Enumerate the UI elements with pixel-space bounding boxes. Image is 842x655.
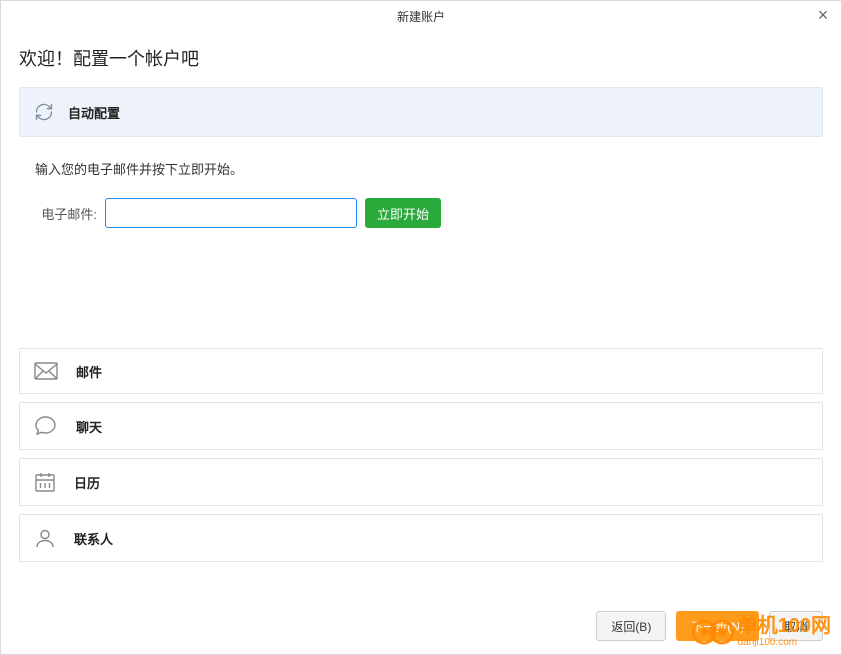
service-card-chat[interactable]: 聊天 [19, 402, 823, 450]
calendar-icon [34, 471, 56, 493]
new-account-window: 新建账户 × 欢迎！配置一个帐户吧 自动配置 输入您的电子邮件并按下立即开始。 … [0, 0, 842, 655]
service-label: 邮件 [76, 362, 102, 381]
service-label: 联系人 [74, 529, 113, 548]
refresh-icon [34, 102, 54, 122]
cancel-button[interactable]: 取消 [769, 611, 823, 641]
instruction-text: 输入您的电子邮件并按下立即开始。 [35, 159, 823, 178]
autoconfig-label: 自动配置 [68, 103, 120, 122]
email-row: 电子邮件: 立即开始 [35, 198, 823, 228]
back-button[interactable]: 返回(B) [596, 611, 666, 641]
mail-icon [34, 361, 58, 381]
start-now-button[interactable]: 立即开始 [365, 198, 441, 228]
services-list: 邮件 聊天 日历 [19, 348, 823, 562]
window-title: 新建账户 [397, 8, 445, 25]
email-input[interactable] [105, 198, 357, 228]
chat-icon [34, 415, 58, 437]
close-icon[interactable]: × [811, 3, 835, 27]
service-label: 日历 [74, 473, 100, 492]
content-area: 欢迎！配置一个帐户吧 自动配置 输入您的电子邮件并按下立即开始。 电子邮件: 立… [1, 31, 841, 598]
autoconfig-panel[interactable]: 自动配置 [19, 87, 823, 137]
welcome-heading: 欢迎！配置一个帐户吧 [19, 45, 823, 71]
contacts-icon [34, 527, 56, 549]
service-card-mail[interactable]: 邮件 [19, 348, 823, 394]
service-label: 聊天 [76, 417, 102, 436]
service-card-calendar[interactable]: 日历 [19, 458, 823, 506]
titlebar: 新建账户 × [1, 1, 841, 31]
footer: 返回(B) 下一步(N) 取消 [1, 598, 841, 654]
email-label: 电子邮件: [35, 204, 97, 223]
next-button[interactable]: 下一步(N) [676, 611, 759, 641]
service-card-contacts[interactable]: 联系人 [19, 514, 823, 562]
